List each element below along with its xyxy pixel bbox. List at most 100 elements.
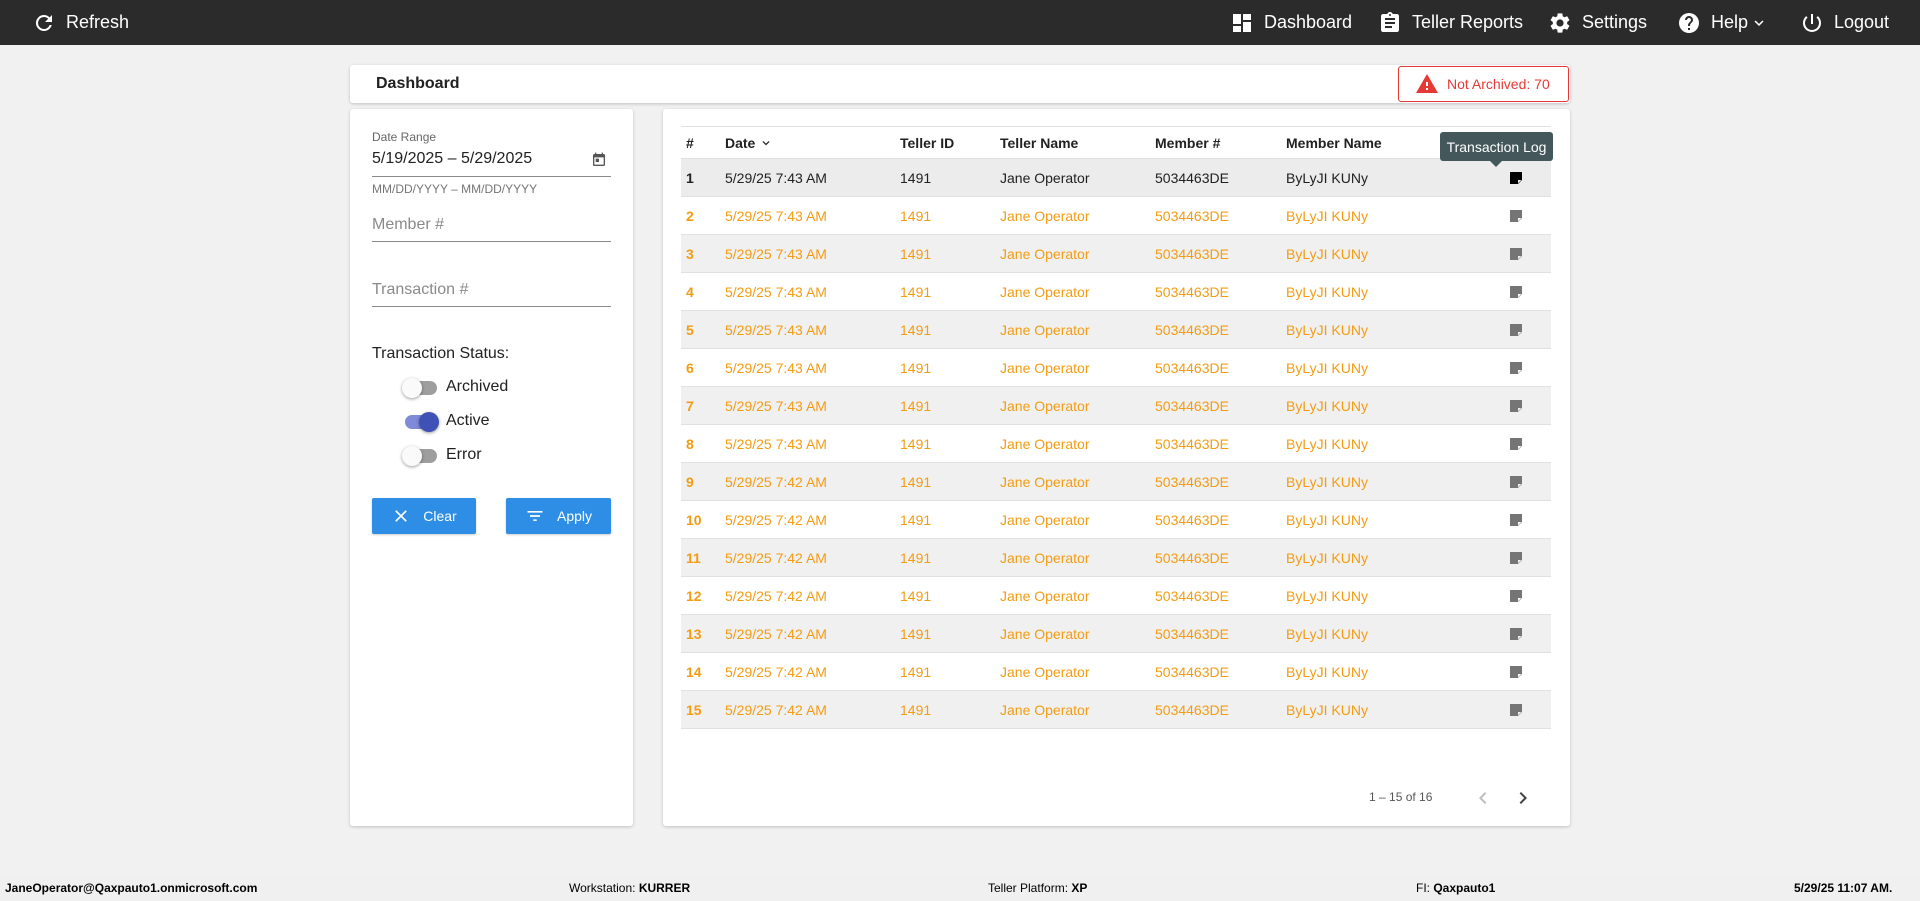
date-range-input[interactable]: 5/19/2025 – 5/29/2025 [372, 150, 532, 168]
footer-fi: FI: Qaxpauto1 [1416, 881, 1495, 895]
cell-member: 5034463DE [1155, 272, 1286, 311]
cell-n: 5 [681, 310, 725, 349]
table-row[interactable]: 2 5/29/25 7:43 AM 1491 Jane Operator 5034463… [681, 196, 1551, 235]
cell-member-name: ByLyJI KUNy [1286, 310, 1431, 349]
clear-button[interactable]: Clear [372, 498, 476, 534]
transaction-log-icon[interactable] [1508, 550, 1524, 566]
nav-help[interactable]: Help [1677, 0, 1768, 45]
cell-date: 5/29/25 7:42 AM [725, 462, 900, 501]
active-toggle-label: Active [446, 412, 490, 429]
column-header-teller-id[interactable]: Teller ID [900, 126, 1000, 159]
cell-teller-id: 1491 [900, 462, 1000, 501]
table-row[interactable]: 11 5/29/25 7:42 AM 1491 Jane Operator 503446… [681, 538, 1551, 577]
transaction-log-icon[interactable] [1508, 284, 1524, 300]
transaction-log-icon[interactable] [1508, 626, 1524, 642]
transaction-log-icon[interactable] [1508, 702, 1524, 718]
cell-log [1431, 690, 1551, 729]
table-row[interactable]: 14 5/29/25 7:42 AM 1491 Jane Operator 503446… [681, 652, 1551, 691]
cell-member-name: ByLyJI KUNy [1286, 538, 1431, 577]
logout-button[interactable]: Logout [1800, 0, 1889, 45]
cell-n: 4 [681, 272, 725, 311]
transaction-log-icon[interactable] [1508, 170, 1524, 186]
table-row[interactable]: 5 5/29/25 7:43 AM 1491 Jane Operator 5034463… [681, 310, 1551, 349]
cell-member: 5034463DE [1155, 158, 1286, 197]
cell-member-name: ByLyJI KUNy [1286, 386, 1431, 425]
footer-workstation-label: Workstation: [569, 881, 636, 895]
clear-label: Clear [423, 508, 457, 524]
cell-teller-id: 1491 [900, 272, 1000, 311]
cell-log [1431, 196, 1551, 235]
clipboard-icon [1381, 11, 1399, 32]
previous-page-button[interactable] [1471, 786, 1495, 810]
cell-log [1431, 310, 1551, 349]
cell-n: 9 [681, 462, 725, 501]
date-range-underline [372, 176, 611, 177]
not-archived-badge[interactable]: Not Archived: 70 [1398, 66, 1569, 102]
column-header-member-name[interactable]: Member Name [1286, 126, 1431, 159]
cell-log [1431, 614, 1551, 653]
table-row[interactable]: 3 5/29/25 7:43 AM 1491 Jane Operator 5034463… [681, 234, 1551, 273]
table-row[interactable]: 12 5/29/25 7:42 AM 1491 Jane Operator 503446… [681, 576, 1551, 615]
cell-teller-id: 1491 [900, 348, 1000, 387]
cell-member: 5034463DE [1155, 500, 1286, 539]
cell-member-name: ByLyJI KUNy [1286, 690, 1431, 729]
transaction-log-icon[interactable] [1508, 208, 1524, 224]
table-row[interactable]: 6 5/29/25 7:43 AM 1491 Jane Operator 5034463… [681, 348, 1551, 387]
transaction-log-icon[interactable] [1508, 474, 1524, 490]
cell-n: 6 [681, 348, 725, 387]
column-header-teller-name[interactable]: Teller Name [1000, 126, 1155, 159]
refresh-button[interactable]: Refresh [32, 0, 129, 45]
table-row[interactable]: 13 5/29/25 7:42 AM 1491 Jane Operator 503446… [681, 614, 1551, 653]
next-page-button[interactable] [1511, 786, 1535, 810]
cell-member-name: ByLyJI KUNy [1286, 348, 1431, 387]
table-row[interactable]: 7 5/29/25 7:43 AM 1491 Jane Operator 5034463… [681, 386, 1551, 425]
member-number-input[interactable] [372, 213, 611, 237]
cell-date: 5/29/25 7:42 AM [725, 576, 900, 615]
cell-teller-name: Jane Operator [1000, 576, 1155, 615]
cell-teller-name: Jane Operator [1000, 196, 1155, 235]
table-row[interactable]: 9 5/29/25 7:42 AM 1491 Jane Operator 5034463… [681, 462, 1551, 501]
footer-platform-value: XP [1071, 881, 1088, 895]
cell-member: 5034463DE [1155, 462, 1286, 501]
cell-teller-id: 1491 [900, 158, 1000, 197]
table-header-row: # Date Teller ID Teller Name Member # Me… [681, 126, 1551, 159]
cell-log [1431, 462, 1551, 501]
table-row[interactable]: 8 5/29/25 7:43 AM 1491 Jane Operator 5034463… [681, 424, 1551, 463]
nav-dashboard[interactable]: Dashboard [1230, 0, 1352, 45]
transaction-log-icon[interactable] [1508, 664, 1524, 680]
cell-teller-id: 1491 [900, 500, 1000, 539]
nav-teller-reports[interactable]: Teller Reports [1378, 0, 1523, 45]
table-row[interactable]: 4 5/29/25 7:43 AM 1491 Jane Operator 5034463… [681, 272, 1551, 311]
transaction-log-icon[interactable] [1508, 360, 1524, 376]
cell-member: 5034463DE [1155, 690, 1286, 729]
footer-user: JaneOperator@Qaxpauto1.onmicrosoft.com [5, 881, 258, 895]
column-header-member-number[interactable]: Member # [1155, 126, 1286, 159]
error-toggle[interactable] [402, 445, 438, 466]
transaction-log-icon[interactable] [1508, 246, 1524, 262]
table-row[interactable]: 15 5/29/25 7:42 AM 1491 Jane Operator 503446… [681, 690, 1551, 729]
cell-n: 11 [681, 538, 725, 577]
table-row[interactable]: 1 5/29/25 7:43 AM 1491 Jane Operator 5034463… [681, 158, 1551, 197]
transaction-log-icon[interactable] [1508, 588, 1524, 604]
nav-settings[interactable]: Settings [1548, 0, 1647, 45]
archived-toggle[interactable] [402, 377, 438, 398]
active-toggle[interactable] [402, 411, 439, 432]
cell-member-name: ByLyJI KUNy [1286, 424, 1431, 463]
transaction-log-icon[interactable] [1508, 398, 1524, 414]
cell-date: 5/29/25 7:43 AM [725, 272, 900, 311]
logout-label: Logout [1834, 12, 1890, 32]
table-row[interactable]: 10 5/29/25 7:42 AM 1491 Jane Operator 503446… [681, 500, 1551, 539]
transaction-log-icon[interactable] [1508, 322, 1524, 338]
cell-teller-name: Jane Operator [1000, 234, 1155, 273]
cell-teller-id: 1491 [900, 234, 1000, 273]
transaction-log-icon[interactable] [1508, 436, 1524, 452]
calendar-icon[interactable] [591, 152, 607, 168]
cell-teller-name: Jane Operator [1000, 158, 1155, 197]
apply-button[interactable]: Apply [506, 498, 611, 534]
status-footer: JaneOperator@Qaxpauto1.onmicrosoft.com W… [0, 876, 1920, 901]
cell-date: 5/29/25 7:42 AM [725, 690, 900, 729]
dashboard-icon [1233, 13, 1251, 32]
column-header-date[interactable]: Date [725, 126, 900, 159]
transaction-log-icon[interactable] [1508, 512, 1524, 528]
transaction-number-input[interactable] [372, 278, 611, 302]
